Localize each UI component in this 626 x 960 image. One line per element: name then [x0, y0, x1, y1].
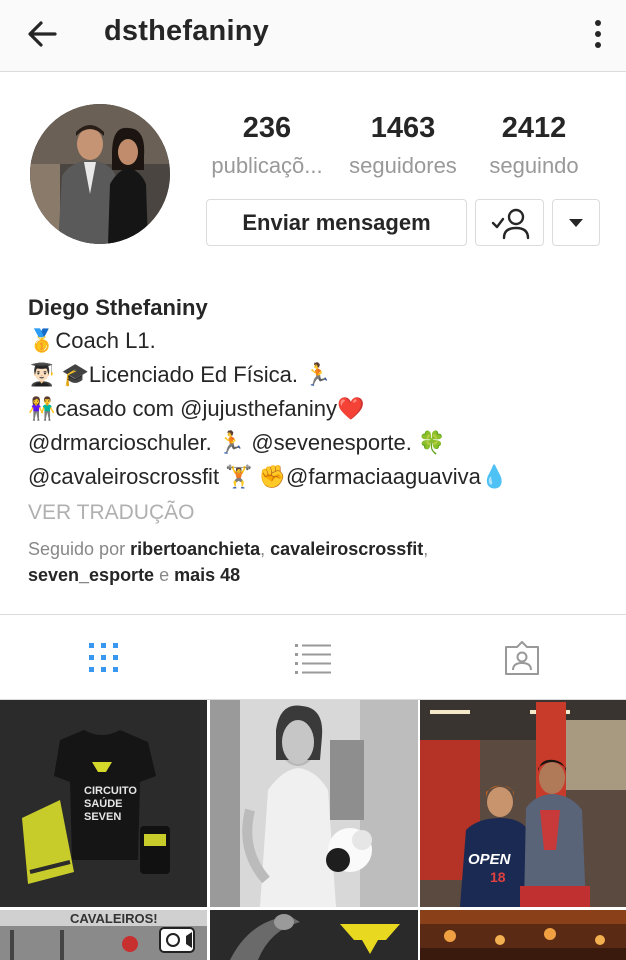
send-message-button[interactable]: Enviar mensagem: [206, 199, 467, 246]
suggestions-dropdown-button[interactable]: [552, 199, 600, 246]
see-translation-link[interactable]: VER TRADUÇÃO: [28, 496, 608, 530]
profile-full-name: Diego Sthefaniny: [28, 295, 208, 320]
bio-line-3[interactable]: 👫casado com @jujusthefaniny❤️: [28, 392, 608, 426]
followed-by-conjunction: e: [159, 565, 170, 585]
followed-by-user-2[interactable]: cavaleiroscrossfit: [270, 539, 423, 559]
person-check-icon: [491, 208, 529, 239]
post-1-image: CIRCUITO SAÚDE SEVEN: [0, 700, 207, 907]
followers-count-value: 1463: [370, 112, 436, 144]
posts-grid: CIRCUITO SAÚDE SEVEN OPEN 18 CAVALEIROS!: [0, 700, 626, 960]
profile-username: dsthefaniny: [104, 15, 269, 47]
posts-count-label: publicaçõ...: [211, 153, 323, 178]
profile-avatar[interactable]: [30, 104, 170, 244]
posts-count[interactable]: 236 publicaçõ...: [205, 112, 329, 179]
bio-line-1: 🥇Coach L1.: [28, 328, 156, 353]
more-vertical-icon: [595, 20, 601, 48]
post-1-text-2: SAÚDE: [84, 797, 123, 810]
post-1-text-1: CIRCUITO: [84, 785, 137, 797]
back-button[interactable]: [22, 14, 62, 54]
bio-line-4[interactable]: @drmarcioschuler. 🏃 @sevenesporte. 🍀: [28, 426, 608, 460]
post-thumbnail-3[interactable]: OPEN 18: [420, 700, 626, 907]
avatar-photo: [30, 104, 170, 244]
followed-by-text[interactable]: Seguido por ribertoanchieta, cavaleirosc…: [28, 536, 608, 588]
tagged-person-icon: [505, 641, 539, 675]
post-4-image: CAVALEIROS!: [0, 910, 207, 960]
followed-by-user-3[interactable]: seven_esporte: [28, 565, 154, 585]
profile-tabs: [0, 614, 626, 700]
post-3-shirt-number: 18: [490, 869, 506, 885]
post-6-image: [420, 910, 626, 960]
post-5-image: [210, 910, 418, 960]
followers-count[interactable]: 1463 seguidores: [339, 112, 467, 179]
bio-line-5[interactable]: @cavaleiroscrossfit 🏋 ✊@farmaciaaguaviva…: [28, 460, 608, 494]
bio-line-2: 👨🏻‍🎓 🎓Licenciado Ed Física. 🏃: [28, 362, 332, 387]
post-thumbnail-2[interactable]: [210, 700, 418, 907]
more-options-button[interactable]: [586, 14, 610, 54]
grid-icon: [89, 643, 118, 672]
post-3-image: OPEN 18: [420, 700, 626, 907]
following-count[interactable]: 2412 seguindo: [479, 112, 589, 179]
tab-tagged-photos[interactable]: [418, 615, 626, 701]
post-thumbnail-4[interactable]: CAVALEIROS!: [0, 910, 207, 960]
arrow-left-icon: [28, 21, 57, 47]
post-4-sign-text: CAVALEIROS!: [70, 911, 158, 926]
followers-count-label: seguidores: [349, 153, 457, 178]
followed-by-prefix: Seguido por: [28, 539, 126, 559]
post-1-text-3: SEVEN: [84, 811, 121, 823]
profile-bio: Diego Sthefaniny 🥇Coach L1. 👨🏻‍🎓 🎓Licenc…: [28, 292, 608, 588]
list-icon: [295, 644, 331, 674]
post-thumbnail-5[interactable]: [210, 910, 418, 960]
post-2-image: [210, 700, 418, 907]
post-thumbnail-6[interactable]: [420, 910, 626, 960]
followed-by-user-1[interactable]: ribertoanchieta: [130, 539, 260, 559]
following-count-label: seguindo: [489, 153, 579, 178]
followed-by-more[interactable]: mais 48: [174, 565, 240, 585]
posts-count-value: 236: [242, 112, 292, 144]
post-3-shirt-text: OPEN: [468, 851, 512, 868]
top-bar: dsthefaniny: [0, 0, 626, 72]
tab-grid-view[interactable]: [0, 615, 208, 701]
tab-list-view[interactable]: [209, 615, 417, 701]
following-count-value: 2412: [501, 112, 567, 144]
profile-stats: 236 publicaçõ... 1463 seguidores 2412 se…: [205, 112, 600, 188]
following-button[interactable]: [475, 199, 544, 246]
post-thumbnail-1[interactable]: CIRCUITO SAÚDE SEVEN: [0, 700, 207, 907]
caret-down-icon: [569, 218, 583, 227]
